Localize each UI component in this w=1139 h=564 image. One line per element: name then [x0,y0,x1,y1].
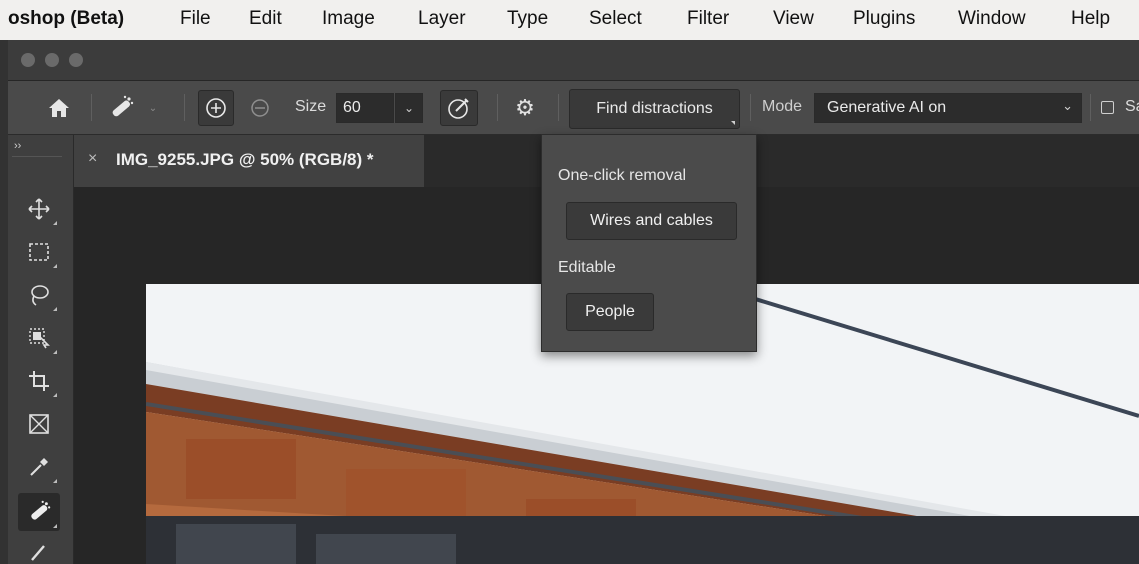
window-title-bar [8,40,1139,81]
sample-all-layers-checkbox[interactable] [1101,101,1114,114]
find-distractions-menu: One-click removal Wires and cables Edita… [541,134,757,352]
size-dropdown-button[interactable]: ⌄ [395,93,423,123]
object-selection-tool-icon[interactable] [18,319,60,357]
menu-help[interactable]: Help [1071,8,1110,30]
collapse-panel-icon[interactable]: ›› [14,140,21,152]
move-tool-icon[interactable] [18,190,60,228]
size-label: Size [295,98,327,115]
add-to-brush-button[interactable] [198,90,234,126]
document-tab[interactable]: × IMG_9255.JPG @ 50% (RGB/8) * [74,135,424,187]
mode-select[interactable]: Generative AI on ⌄ [814,93,1082,123]
menu-filter[interactable]: Filter [687,8,729,30]
mode-value: Generative AI on [827,99,947,116]
menu-window[interactable]: Window [958,8,1026,30]
home-icon[interactable] [46,95,72,121]
people-button[interactable]: People [566,293,654,331]
chevron-down-icon[interactable]: ⌄ [148,101,158,115]
plus-circle-icon [206,98,226,118]
chevron-down-icon: ⌄ [1062,98,1073,113]
menu-image[interactable]: Image [322,8,375,30]
menu-file[interactable]: File [180,8,211,30]
document-tab-title: IMG_9255.JPG @ 50% (RGB/8) * [116,150,374,169]
frame-tool-icon[interactable] [18,405,60,443]
lasso-tool-icon[interactable] [18,276,60,314]
wires-and-cables-button[interactable]: Wires and cables [566,202,737,240]
pressure-size-button[interactable] [440,90,478,126]
zoom-window-button[interactable] [69,53,83,67]
gear-icon[interactable]: ⚙ [511,94,539,122]
close-tab-icon[interactable]: × [88,150,97,168]
size-input[interactable]: 60 [336,93,394,123]
brush-tool-icon[interactable] [18,537,60,564]
find-distractions-label: Find distractions [596,100,713,117]
one-click-removal-heading: One-click removal [558,167,687,184]
remove-tool-preset-icon[interactable] [104,93,138,123]
close-window-button[interactable] [21,53,35,67]
pressure-pen-icon [448,98,469,119]
crop-tool-icon[interactable] [18,362,60,400]
menu-edit[interactable]: Edit [249,8,282,30]
menu-layer[interactable]: Layer [418,8,466,30]
minus-circle-icon [251,99,269,117]
marquee-tool-icon[interactable] [18,233,60,271]
chevron-down-icon: ⌄ [403,101,415,115]
dropdown-corner-icon [731,121,735,125]
remove-tool-icon[interactable] [18,493,60,531]
minimize-window-button[interactable] [45,53,59,67]
tool-options-bar: ⌄ Size 60 ⌄ ⚙ Find distractions Mode Gen… [8,81,1139,135]
menu-plugins[interactable]: Plugins [853,8,915,30]
menu-view[interactable]: View [773,8,814,30]
menu-bar: oshop (Beta) File Edit Image Layer Type … [0,0,1139,40]
editable-heading: Editable [558,259,616,276]
find-distractions-button[interactable]: Find distractions [569,89,740,129]
mode-label: Mode [762,98,803,115]
subtract-from-brush-button[interactable] [248,96,272,120]
sample-all-layers-label: Sa [1125,98,1139,115]
menu-select[interactable]: Select [589,8,642,30]
tools-panel: ›› [8,135,74,564]
eyedropper-tool-icon[interactable] [18,448,60,486]
app-menu[interactable]: oshop (Beta) [8,8,124,30]
menu-type[interactable]: Type [507,8,548,30]
